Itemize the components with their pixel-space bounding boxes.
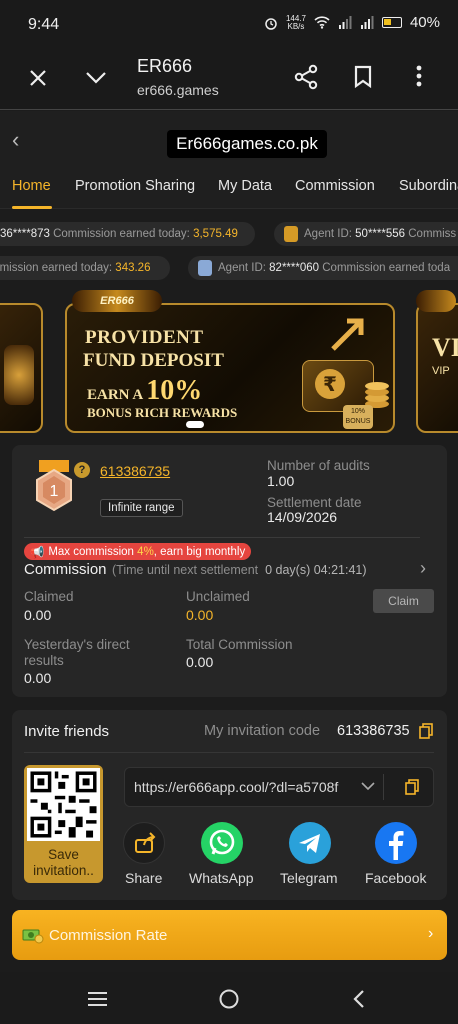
recent-apps-icon[interactable]: [87, 992, 108, 1006]
tab-my-data[interactable]: My Data: [218, 178, 272, 194]
yesterday-label: Yesterday's direct results: [24, 637, 130, 668]
banner-prev[interactable]: [0, 303, 43, 433]
claim-button[interactable]: Claim: [373, 589, 434, 613]
telegram-icon[interactable]: [289, 822, 331, 864]
status-bar: 9:44 144.7 KB/s 40%: [0, 0, 458, 50]
invitation-code-label: My invitation code: [204, 723, 321, 739]
total-commission-value: 0.00: [186, 654, 214, 670]
agent-id[interactable]: 613386735: [100, 463, 170, 479]
banner-next[interactable]: VI VIP: [416, 303, 458, 433]
banner-logo-next: [416, 290, 456, 312]
money-icon: [22, 929, 44, 944]
medal-icon: [198, 260, 212, 276]
close-icon[interactable]: [29, 69, 47, 87]
tab-subordinate[interactable]: Subordina: [399, 178, 458, 194]
whatsapp-label[interactable]: WhatsApp: [189, 870, 254, 886]
share-icon[interactable]: [294, 64, 318, 90]
browser-url[interactable]: er666.games: [137, 82, 219, 98]
share-label[interactable]: Share: [125, 870, 162, 886]
settlement-label: Settlement date: [267, 495, 362, 510]
tab-home[interactable]: Home: [12, 178, 51, 194]
rupee-icon: ₹: [315, 369, 345, 399]
bonus-chip: 10% BONUS: [343, 405, 373, 429]
home-icon[interactable]: [218, 988, 240, 1010]
facebook-icon[interactable]: [375, 822, 417, 864]
commission-rate-label: Commission Rate: [49, 927, 168, 944]
telegram-label[interactable]: Telegram: [280, 870, 338, 886]
battery-icon: [381, 17, 402, 28]
tab-bar: Home Promotion Sharing My Data Commissio…: [0, 167, 458, 209]
wifi-icon: [314, 16, 330, 29]
max-commission-badge: 📢 Max commission 4%, earn big monthly: [24, 543, 252, 560]
site-title: Er666games.co.pk: [167, 130, 327, 158]
settlement-countdown: (Time until next settlement 0 day(s) 04:…: [112, 563, 367, 577]
divider: [383, 774, 384, 800]
battery-level: 40%: [409, 14, 440, 31]
back-nav-icon[interactable]: [353, 989, 365, 1009]
agent-ticker: Agent ID: 50****556 Commiss: [274, 222, 458, 246]
agent-ticker-2: Agent ID: 82****060 Commission earned to…: [188, 256, 458, 280]
chevron-right-icon[interactable]: ›: [420, 558, 426, 579]
arrow-up-icon: [331, 318, 364, 351]
coins-icon: [365, 382, 389, 408]
back-icon[interactable]: ‹: [12, 127, 19, 153]
share-icon[interactable]: [123, 822, 165, 864]
tab-promotion-sharing[interactable]: Promotion Sharing: [75, 178, 195, 194]
settlement-value: 14/09/2026: [267, 509, 338, 525]
chevron-down-icon[interactable]: [85, 71, 107, 85]
claimed-label: Claimed: [24, 589, 74, 604]
audits-value: 1.00: [267, 473, 295, 489]
chevron-down-icon[interactable]: [361, 782, 375, 791]
range-badge: Infinite range: [100, 499, 183, 517]
signal-icon: [338, 16, 352, 29]
network-speed: 144.7 KB/s: [285, 13, 306, 31]
chevron-right-icon: ›: [428, 925, 434, 942]
bookmark-icon[interactable]: [354, 65, 372, 88]
signal-icon-2: [360, 16, 374, 29]
banner-logo: ER666: [72, 290, 162, 312]
status-time: 9:44: [28, 16, 60, 33]
divider: [24, 537, 420, 538]
banner-line3: EARN A 10%: [87, 375, 203, 406]
invite-title: Invite friends: [24, 723, 110, 740]
unclaimed-label: Unclaimed: [186, 589, 250, 604]
commission-ticker-2: mmission earned today: 343.26: [0, 256, 170, 280]
alarm-icon: [265, 17, 277, 30]
qr-code: [27, 768, 100, 841]
commission-title: Commission: [24, 561, 107, 578]
browser-toolbar: ER666 er666.games: [0, 50, 458, 110]
whatsapp-icon[interactable]: [201, 822, 243, 864]
more-icon[interactable]: [416, 65, 422, 87]
banner-line4: BONUS RICH REWARDS: [87, 405, 238, 420]
banner-line1: PROVIDENT: [85, 327, 204, 348]
claimed-value: 0.00: [24, 607, 52, 623]
help-icon[interactable]: ?: [74, 462, 90, 478]
promo-banner[interactable]: PROVIDENT FUND DEPOSIT EARN A 10% BONUS …: [65, 303, 395, 433]
unclaimed-value: 0.00: [186, 607, 214, 623]
system-nav-bar: [0, 972, 458, 1024]
copy-link-icon[interactable]: [405, 779, 419, 795]
commission-ticker: 36****873 Commission earned today: 3,575…: [0, 222, 255, 246]
carousel-indicator: [186, 421, 204, 428]
status-icons: 144.7 KB/s 40%: [264, 14, 440, 31]
banner-line2: FUND DEPOSIT: [83, 350, 224, 371]
browser-title: ER666: [137, 56, 193, 76]
tab-commission[interactable]: Commission: [295, 178, 375, 194]
medal-icon: [284, 226, 298, 242]
qr-card[interactable]: Save invitation..: [24, 765, 103, 883]
audits-label: Number of audits: [267, 458, 370, 473]
divider: [24, 752, 434, 753]
megaphone-icon: 📢: [30, 546, 45, 559]
facebook-label[interactable]: Facebook: [365, 870, 426, 886]
svg-text:1: 1: [50, 483, 59, 500]
site-header: ‹ Er666games.co.pk: [0, 111, 458, 167]
level-medal-icon: 1: [36, 460, 72, 512]
save-invitation-button[interactable]: Save invitation..: [24, 847, 103, 879]
copy-code-icon[interactable]: [419, 723, 433, 739]
invite-link[interactable]: https://er666app.cool/?dl=a5708f: [134, 779, 338, 795]
active-tab-indicator: [12, 206, 52, 209]
invitation-code: 613386735: [337, 723, 410, 739]
yesterday-value: 0.00: [24, 670, 52, 686]
total-commission-label: Total Commission: [186, 637, 293, 652]
